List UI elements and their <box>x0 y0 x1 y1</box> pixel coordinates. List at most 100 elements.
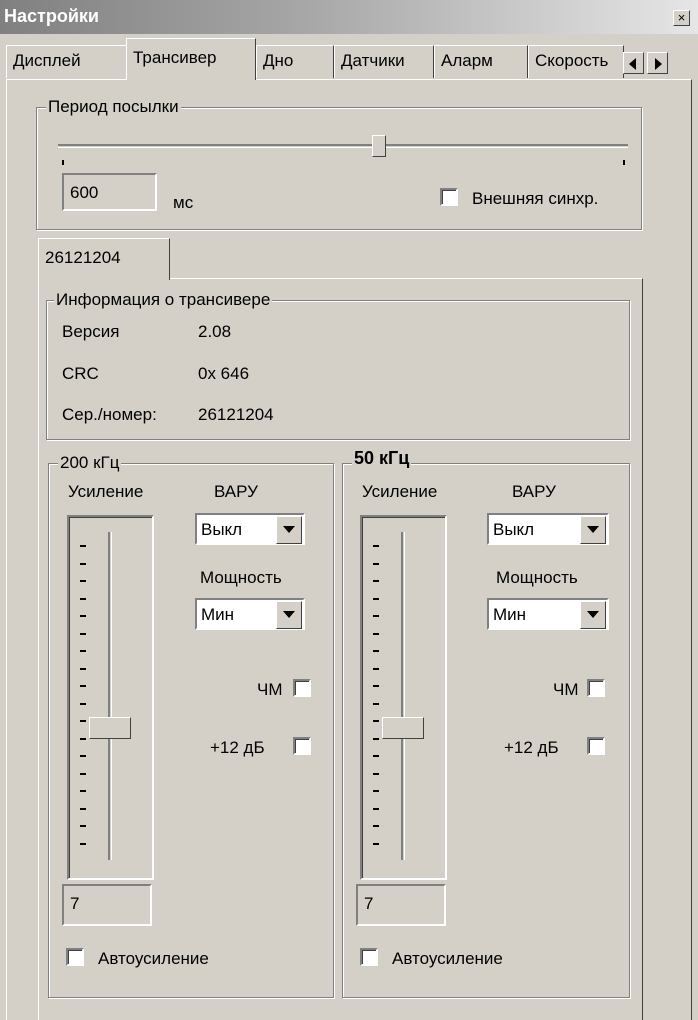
auto-gain-label: Автоусиление <box>98 949 209 968</box>
slider-tick <box>373 562 379 565</box>
ping-period-legend: Период посылки <box>46 97 181 117</box>
power-label: Мощность <box>200 568 282 587</box>
gain-label: Усиление <box>68 482 144 501</box>
tab-label: Аларм <box>441 51 493 70</box>
vary-select[interactable]: Выкл <box>487 513 609 545</box>
device-tab[interactable]: 26121204 <box>38 238 170 280</box>
tab-label: Дно <box>263 51 294 70</box>
fm-label: ЧМ <box>553 680 579 699</box>
chevron-down-icon <box>283 611 295 618</box>
slider-tick <box>80 702 86 705</box>
slider-tick <box>373 702 379 705</box>
gain-slider-track[interactable] <box>401 532 405 860</box>
ping-period-field[interactable]: 600 <box>62 173 157 211</box>
vary-select[interactable]: Выкл <box>195 513 305 545</box>
device-tab-label: 26121204 <box>45 248 121 267</box>
slider-tick <box>80 667 86 670</box>
ping-slider-thumb[interactable] <box>372 135 386 157</box>
gain-slider-thumb[interactable] <box>382 717 424 739</box>
fm-checkbox[interactable] <box>587 679 605 697</box>
slider-tick <box>80 597 86 600</box>
slider-tick <box>80 825 86 827</box>
ping-period-group <box>36 107 642 230</box>
power-dropdown-button[interactable] <box>580 601 606 629</box>
slider-tick <box>373 807 379 810</box>
gain-value: 7 <box>70 894 80 913</box>
slider-tick <box>80 842 86 845</box>
vary-dropdown-button[interactable] <box>580 516 606 544</box>
gain-value-field[interactable]: 7 <box>62 884 152 926</box>
gain-label: Усиление <box>362 482 438 501</box>
slider-tick <box>373 737 379 740</box>
chevron-down-icon <box>587 611 599 618</box>
slider-tick <box>80 615 86 617</box>
tab-alarm[interactable]: Аларм <box>434 45 528 78</box>
slider-tick <box>373 790 379 792</box>
slider-tick <box>373 842 379 845</box>
slider-tick <box>80 807 86 810</box>
version-value: 2.08 <box>198 322 232 341</box>
gain-value: 7 <box>364 894 374 913</box>
tab-speed[interactable]: Скорость <box>528 45 624 78</box>
ping-period-value: 600 <box>70 183 99 202</box>
slider-tick <box>373 615 379 617</box>
slider-tick <box>373 545 379 547</box>
window-title: Настройки <box>4 6 99 26</box>
slider-tick <box>80 650 86 652</box>
ext-sync-checkbox[interactable] <box>440 188 458 206</box>
chevron-down-icon <box>283 526 295 533</box>
tab-sensors[interactable]: Датчики <box>334 45 434 78</box>
vary-dropdown-button[interactable] <box>276 516 302 544</box>
vary-label: ВАРУ <box>512 482 556 501</box>
gain-value-field[interactable]: 7 <box>356 884 446 926</box>
power-dropdown-button[interactable] <box>276 601 302 629</box>
ping-slider-track[interactable] <box>58 144 628 148</box>
power-select[interactable]: Мин <box>487 598 609 630</box>
slider-tick <box>373 632 379 635</box>
ping-unit: мс <box>173 193 194 212</box>
slider-tick <box>373 755 379 757</box>
channel-50khz-legend: 50 кГц <box>352 448 412 469</box>
vary-label: ВАРУ <box>214 482 258 501</box>
arrow-left-icon <box>629 58 636 70</box>
power-label: Мощность <box>496 568 578 587</box>
slider-tick <box>80 790 86 792</box>
auto-gain-checkbox[interactable] <box>66 948 84 966</box>
tab-bottom[interactable]: Дно <box>256 45 334 78</box>
tab-transceiver[interactable]: Трансивер <box>126 38 256 80</box>
slider-tick <box>80 720 86 722</box>
transceiver-info-legend: Информация о трансивере <box>54 290 273 310</box>
slider-tick <box>373 580 379 582</box>
gain-slider-thumb[interactable] <box>89 717 131 739</box>
slider-tick <box>80 580 86 582</box>
arrow-right-icon <box>655 58 662 70</box>
tab-scroll-left-button[interactable] <box>623 52 644 74</box>
auto-gain-label: Автоусиление <box>392 949 503 968</box>
slider-tick <box>80 755 86 757</box>
slider-tick <box>373 772 379 775</box>
slider-tick <box>373 720 379 722</box>
slider-tick <box>373 650 379 652</box>
slider-tick <box>80 772 86 775</box>
slider-tick <box>623 160 625 165</box>
gain-slider-track[interactable] <box>108 532 112 860</box>
slider-tick <box>62 160 64 165</box>
close-button[interactable]: × <box>673 10 690 26</box>
boost-checkbox[interactable] <box>293 737 311 755</box>
tab-display[interactable]: Дисплей <box>6 45 128 78</box>
slider-tick <box>80 685 86 687</box>
auto-gain-checkbox[interactable] <box>360 948 378 966</box>
boost-label: +12 дБ <box>210 738 265 757</box>
tab-label: Датчики <box>341 51 405 70</box>
tab-scroll-right-button[interactable] <box>647 52 668 74</box>
tab-label: Дисплей <box>13 51 81 70</box>
vary-value: Выкл <box>493 520 535 539</box>
fm-checkbox[interactable] <box>293 679 311 697</box>
slider-tick <box>373 667 379 670</box>
power-value: Мин <box>201 605 235 624</box>
power-select[interactable]: Мин <box>195 598 305 630</box>
boost-checkbox[interactable] <box>587 737 605 755</box>
boost-label: +12 дБ <box>504 738 559 757</box>
slider-tick <box>80 545 86 547</box>
serial-value: 26121204 <box>198 405 274 424</box>
